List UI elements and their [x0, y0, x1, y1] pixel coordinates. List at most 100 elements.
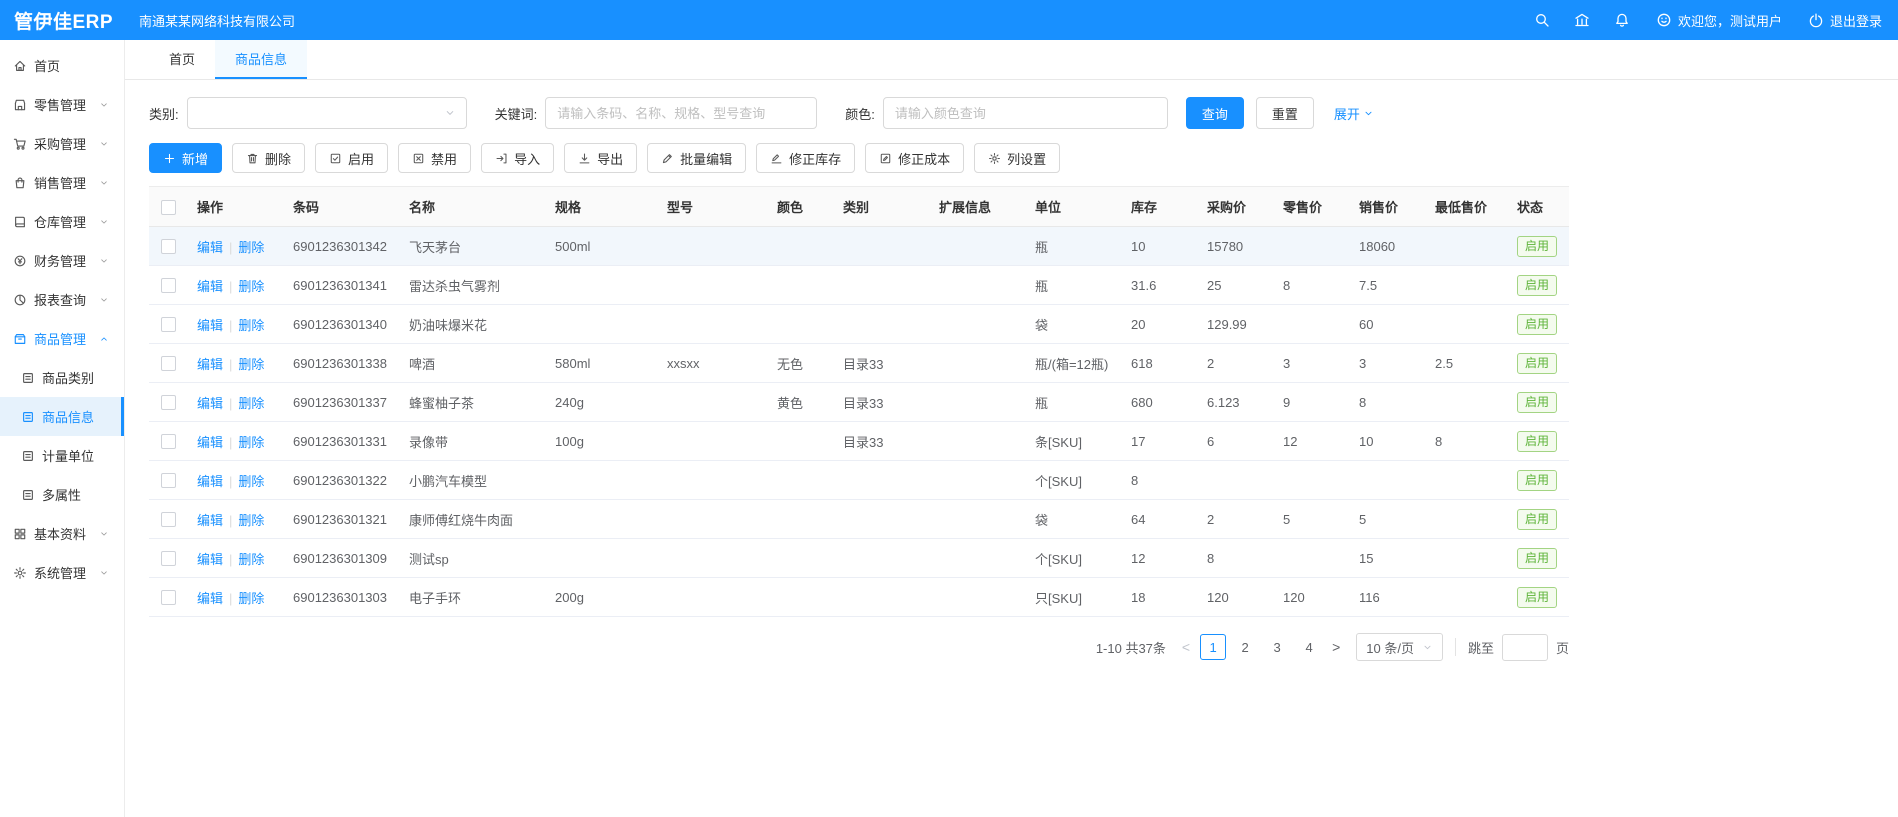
color-input[interactable] [883, 97, 1168, 129]
page-button-1[interactable]: 1 [1200, 634, 1226, 660]
row-checkbox[interactable] [161, 590, 176, 605]
delete-link[interactable]: 删除 [238, 552, 264, 567]
next-page-button[interactable]: > [1326, 639, 1346, 655]
row-checkbox[interactable] [161, 395, 176, 410]
fix-stock-button[interactable]: 修正库存 [756, 143, 855, 173]
status-badge[interactable]: 启用 [1517, 314, 1557, 335]
jump-page-input[interactable] [1502, 634, 1548, 661]
edit-link[interactable]: 编辑 [197, 279, 223, 294]
cell-model [659, 227, 769, 266]
row-checkbox[interactable] [161, 356, 176, 371]
tab-home[interactable]: 首页 [149, 40, 215, 79]
logout-button[interactable]: 退出登录 [1808, 11, 1882, 30]
fix-cost-button[interactable]: 修正成本 [865, 143, 964, 173]
disable-button[interactable]: 禁用 [398, 143, 471, 173]
expand-link[interactable]: 展开 [1334, 104, 1374, 123]
export-button[interactable]: 导出 [564, 143, 637, 173]
row-checkbox[interactable] [161, 239, 176, 254]
column-header: 单位 [1027, 187, 1123, 227]
row-checkbox[interactable] [161, 551, 176, 566]
cell-category [835, 578, 931, 617]
status-badge[interactable]: 启用 [1517, 470, 1557, 491]
delete-link[interactable]: 删除 [238, 357, 264, 372]
bank-icon[interactable] [1574, 12, 1590, 28]
cell-spec [547, 266, 659, 305]
column-settings-button[interactable]: 列设置 [974, 143, 1060, 173]
page-button-3[interactable]: 3 [1264, 634, 1290, 660]
row-checkbox[interactable] [161, 278, 176, 293]
edit-link[interactable]: 编辑 [197, 591, 223, 606]
sidebar-item-purchase[interactable]: 采购管理 [0, 124, 124, 163]
delete-link[interactable]: 删除 [238, 396, 264, 411]
row-checkbox[interactable] [161, 512, 176, 527]
delete-link[interactable]: 删除 [238, 513, 264, 528]
status-badge[interactable]: 启用 [1517, 431, 1557, 452]
sidebar-item-retail[interactable]: 零售管理 [0, 85, 124, 124]
edit-link[interactable]: 编辑 [197, 513, 223, 528]
status-badge[interactable]: 启用 [1517, 587, 1557, 608]
sidebar-item-measure-unit[interactable]: 计量单位 [0, 436, 124, 475]
tab-product-info[interactable]: 商品信息 [215, 40, 307, 79]
prev-page-button[interactable]: < [1176, 639, 1196, 655]
status-badge[interactable]: 启用 [1517, 353, 1557, 374]
category-select[interactable] [187, 97, 467, 129]
cell-retail [1275, 227, 1351, 266]
edit-link[interactable]: 编辑 [197, 435, 223, 450]
status-badge[interactable]: 启用 [1517, 548, 1557, 569]
search-icon[interactable] [1534, 12, 1550, 28]
page-size-select[interactable]: 10 条/页 [1356, 633, 1443, 661]
sidebar-item-sales[interactable]: 销售管理 [0, 163, 124, 202]
row-checkbox[interactable] [161, 434, 176, 449]
edit-link[interactable]: 编辑 [197, 396, 223, 411]
delete-link[interactable]: 删除 [238, 435, 264, 450]
page-button-4[interactable]: 4 [1296, 634, 1322, 660]
chevron-down-icon [99, 529, 109, 539]
delete-link[interactable]: 删除 [238, 591, 264, 606]
sidebar-item-product-category[interactable]: 商品类别 [0, 358, 124, 397]
select-all-checkbox[interactable] [161, 200, 176, 215]
status-badge[interactable]: 启用 [1517, 275, 1557, 296]
import-button[interactable]: 导入 [481, 143, 554, 173]
welcome-user[interactable]: 欢迎您，测试用户 [1656, 11, 1782, 30]
cell-spec: 100g [547, 422, 659, 461]
sidebar-item-home[interactable]: 首页 [0, 46, 124, 85]
enable-button[interactable]: 启用 [315, 143, 388, 173]
edit-link[interactable]: 编辑 [197, 318, 223, 333]
toolbar-button-label: 批量编辑 [680, 149, 732, 168]
sidebar-item-finance[interactable]: 财务管理 [0, 241, 124, 280]
sidebar-item-basic-data[interactable]: 基本资料 [0, 514, 124, 553]
delete-button[interactable]: 删除 [232, 143, 305, 173]
app-logo[interactable]: 管伊佳ERP [0, 7, 127, 34]
sidebar-item-product-info[interactable]: 商品信息 [0, 397, 124, 436]
sidebar-item-multi-attribute[interactable]: 多属性 [0, 475, 124, 514]
sidebar-item-warehouse[interactable]: 仓库管理 [0, 202, 124, 241]
edit-link[interactable]: 编辑 [197, 552, 223, 567]
row-checkbox[interactable] [161, 317, 176, 332]
sidebar-item-system[interactable]: 系统管理 [0, 553, 124, 592]
bell-icon[interactable] [1614, 12, 1630, 28]
cell-name: 康师傅红烧牛肉面 [401, 500, 547, 539]
edit-link[interactable]: 编辑 [197, 474, 223, 489]
sidebar-item-label: 首页 [34, 56, 60, 75]
status-badge[interactable]: 启用 [1517, 392, 1557, 413]
add-button[interactable]: 新增 [149, 143, 222, 173]
sidebar-item-product[interactable]: 商品管理 [0, 319, 124, 358]
row-checkbox[interactable] [161, 473, 176, 488]
edit-link[interactable]: 编辑 [197, 240, 223, 255]
table-row: 编辑|删除6901236301322小鹏汽车模型个[SKU]8启用 [149, 461, 1569, 500]
batch-edit-button[interactable]: 批量编辑 [647, 143, 746, 173]
page-button-2[interactable]: 2 [1232, 634, 1258, 660]
delete-link[interactable]: 删除 [238, 318, 264, 333]
delete-link[interactable]: 删除 [238, 240, 264, 255]
delete-link[interactable]: 删除 [238, 474, 264, 489]
reset-button[interactable]: 重置 [1256, 97, 1314, 129]
search-button[interactable]: 查询 [1186, 97, 1244, 129]
status-badge[interactable]: 启用 [1517, 236, 1557, 257]
edit-link[interactable]: 编辑 [197, 357, 223, 372]
table-row: 编辑|删除6901236301321康师傅红烧牛肉面袋64255启用 [149, 500, 1569, 539]
delete-link[interactable]: 删除 [238, 279, 264, 294]
keyword-input[interactable] [545, 97, 817, 129]
sidebar-item-report[interactable]: 报表查询 [0, 280, 124, 319]
status-badge[interactable]: 启用 [1517, 509, 1557, 530]
cell-sale: 3 [1351, 344, 1427, 383]
